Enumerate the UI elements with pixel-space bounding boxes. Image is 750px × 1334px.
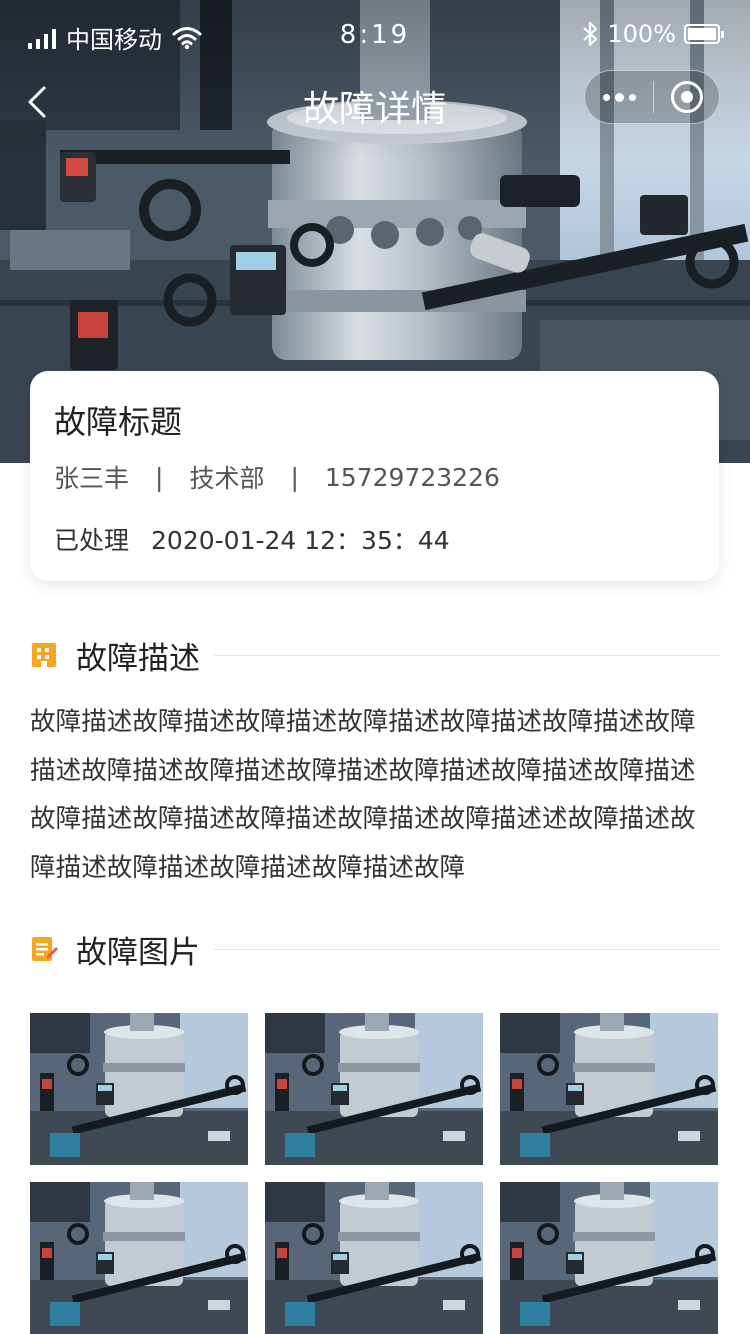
section-title-description: 故障描述 [76,640,200,677]
fault-description-text: 故障描述故障描述故障描述故障描述故障描述故障描述故障描述故障描述故障描述故障描述… [30,707,696,883]
section-divider [214,948,720,950]
bluetooth-icon [583,21,598,47]
fault-image-thumbnail[interactable] [265,1182,483,1334]
phone-number[interactable]: 15729723226 [325,463,500,492]
close-program-button[interactable] [654,71,719,123]
fault-title: 故障标题 [54,403,183,441]
timestamp: 2020-01-24 12：35：44 [151,526,450,555]
section-title-images: 故障图片 [76,934,200,971]
building-icon [32,643,56,667]
close-circle-icon [670,81,703,113]
fault-image-thumbnail[interactable] [500,1182,718,1334]
reporter-info: 张三丰 | 技术部 | 15729723226 [54,459,500,495]
fault-image-thumbnail[interactable] [500,1013,718,1165]
images-section-header: 故障图片 [30,927,720,971]
description-section-header: 故障描述 [30,633,720,677]
nav-bar: 故障详情 [0,68,750,138]
fault-image-thumbnail[interactable] [30,1013,248,1165]
section-divider [214,654,720,656]
battery-icon [684,24,724,44]
mini-program-capsule [584,70,720,124]
more-dots-icon [602,93,610,101]
status-row: 已处理 2020-01-24 12：35：44 [54,521,450,557]
department: 技术部 [189,464,265,493]
more-menu-button[interactable] [585,71,653,123]
status-badge: 已处理 [54,526,130,555]
fault-image-thumbnail[interactable] [30,1182,248,1334]
fault-image-thumbnail[interactable] [265,1013,483,1165]
battery-percent: 100% [607,20,676,48]
document-edit-icon [32,937,58,961]
status-bar: 中国移动 8:19 100% [0,0,750,76]
reporter-name: 张三丰 [54,464,130,493]
fault-info-card: 故障标题 张三丰 | 技术部 | 15729723226 已处理 2020-01… [30,371,719,581]
